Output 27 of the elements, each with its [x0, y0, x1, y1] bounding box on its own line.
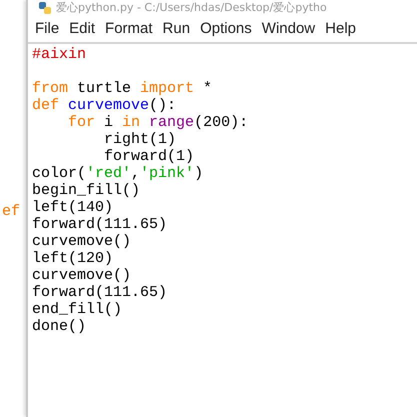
- menu-item[interactable]: File: [30, 18, 64, 39]
- code-line: color('red','pink'): [32, 165, 204, 182]
- python-icon: [38, 0, 52, 14]
- code-line: curvemove(): [32, 233, 132, 250]
- menu-item[interactable]: Window: [256, 18, 320, 39]
- code-line: def curvemove():: [32, 97, 178, 114]
- menu-item[interactable]: Format: [100, 18, 158, 39]
- code-line: for i in range(200):: [67, 114, 250, 131]
- code-line: right(1): [103, 131, 178, 148]
- window-title: 爱心python.py - C:/Users/hdas/Desktop/爱心pytho: [56, 0, 327, 15]
- code-line: end_fill(): [32, 301, 124, 318]
- code-line: forward(1): [103, 148, 196, 165]
- code-fragment: ef: [2, 203, 20, 220]
- menu-item[interactable]: Options: [195, 18, 257, 39]
- code-line: from turtle import *: [32, 80, 214, 97]
- code-line: begin_fill(): [32, 182, 142, 199]
- code-line: done(): [32, 318, 88, 335]
- code-line: left(140): [32, 199, 114, 216]
- code-line: forward(111.65): [32, 284, 168, 301]
- code-editor[interactable]: [28, 44, 417, 417]
- code-line: forward(111.65): [32, 216, 168, 233]
- menu-item[interactable]: Help: [320, 18, 361, 39]
- code-line: curvemove(): [32, 267, 132, 284]
- menu-item[interactable]: Edit: [64, 18, 100, 39]
- code-line: #aixin: [32, 46, 88, 63]
- code-line: left(120): [32, 250, 114, 267]
- menu-item[interactable]: Run: [158, 18, 196, 39]
